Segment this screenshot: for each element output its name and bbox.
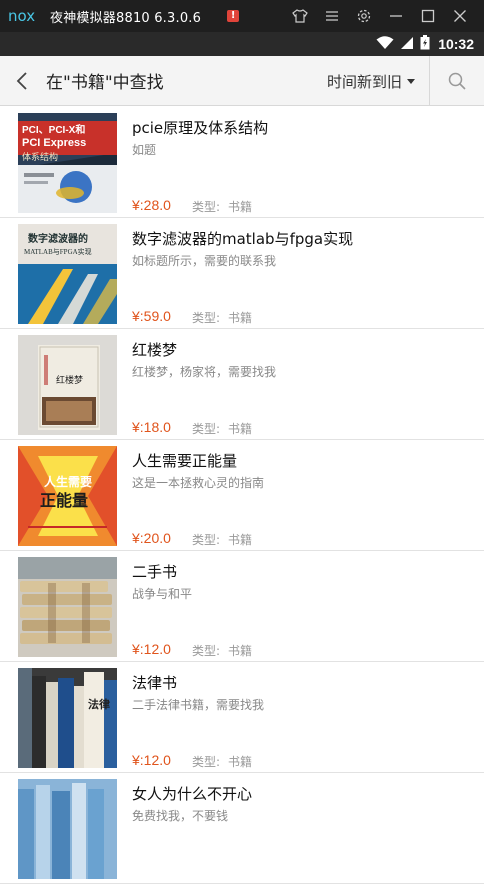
listing-type-value: 书籍 (228, 755, 253, 769)
listing-type-label: 类型: (192, 644, 221, 658)
android-status-bar: 10:32 (0, 32, 484, 56)
emulator-title: 夜神模拟器8810 6.3.0.6 (50, 10, 202, 26)
listing-price: ¥:28.0 (132, 197, 171, 213)
emulator-title-bar: nox 夜神模拟器8810 6.3.0.6 ! (0, 0, 484, 32)
window-controls (284, 0, 476, 32)
listing-type-label: 类型: (192, 755, 221, 769)
listing-description: 战争与和平 (132, 587, 193, 601)
listing-title: 法律书 (132, 674, 178, 692)
svg-text:MATLAB与FPGA实现: MATLAB与FPGA实现 (24, 247, 92, 256)
listing-description: 二手法律书籍，需要找我 (132, 698, 265, 712)
list-item[interactable]: 二手书 战争与和平 ¥:12.0 类型: 书籍 (0, 551, 484, 662)
svg-text:人生需要: 人生需要 (44, 474, 92, 489)
search-button[interactable] (430, 56, 484, 106)
sort-label: 时间新到旧 (326, 72, 402, 91)
svg-text:体系结构: 体系结构 (22, 151, 58, 163)
book-cover-image: 数字滤波器的 MATLAB与FPGA实现 (18, 224, 117, 324)
book-cover-image (18, 779, 117, 879)
listing-title: 人生需要正能量 (132, 452, 238, 470)
wifi-icon (376, 35, 394, 54)
back-button[interactable] (0, 56, 44, 106)
listing-title: 数字滤波器的matlab与fpga实现 (132, 230, 354, 248)
listing-type-value: 书籍 (228, 311, 253, 325)
listing-type-value: 书籍 (228, 644, 253, 658)
list-item[interactable]: 女人为什么不开心 免费找我，不要钱 (0, 773, 484, 884)
listing-description: 如标题所示，需要的联系我 (132, 254, 277, 268)
book-cover-image: 红楼梦 (18, 335, 117, 435)
listing-type-value: 书籍 (228, 533, 253, 547)
page-title: 在"书籍"中查找 (46, 73, 164, 93)
minimize-icon[interactable] (380, 0, 412, 32)
clock: 10:32 (438, 36, 474, 52)
listing-price: ¥:12.0 (132, 752, 171, 768)
listing-type-value: 书籍 (228, 422, 253, 436)
book-cover-image: 法律 (18, 668, 117, 768)
list-item[interactable]: 红楼梦 红楼梦 红楼梦，杨家将，需要找我 ¥:18.0 类型: 书籍 (0, 329, 484, 440)
svg-text:正能量: 正能量 (40, 491, 88, 510)
sort-dropdown[interactable]: 时间新到旧 (327, 56, 430, 106)
svg-text:PCI、PCI-X和: PCI、PCI-X和 (22, 123, 85, 136)
svg-text:数字滤波器的: 数字滤波器的 (28, 232, 88, 245)
alert-badge[interactable]: ! (227, 10, 240, 22)
listing-type-label: 类型: (192, 200, 221, 214)
shirt-icon[interactable] (284, 0, 316, 32)
listing-title: pcie原理及体系结构 (132, 119, 269, 137)
search-header: 在"书籍"中查找 时间新到旧 (0, 56, 484, 106)
search-icon (448, 72, 466, 90)
listing-description: 如题 (132, 143, 157, 157)
gear-icon[interactable] (348, 0, 380, 32)
app-screen: 在"书籍"中查找 时间新到旧 PCI、PCI-X和 PCI Express 体系… (0, 56, 484, 884)
listing-type-label: 类型: (192, 533, 221, 547)
chevron-left-icon (16, 71, 27, 90)
book-cover-image: 人生需要 正能量 (18, 446, 117, 546)
listing-description: 免费找我，不要钱 (132, 809, 229, 823)
battery-icon (420, 34, 430, 54)
menu-icon[interactable] (316, 0, 348, 32)
listing-description: 红楼梦，杨家将，需要找我 (132, 365, 277, 379)
svg-text:红楼梦: 红楼梦 (56, 374, 83, 386)
listing-price: ¥:20.0 (132, 530, 171, 546)
list-item[interactable]: 法律 法律书 二手法律书籍，需要找我 ¥:12.0 类型: 书籍 (0, 662, 484, 773)
listing-type-value: 书籍 (228, 200, 253, 214)
nox-logo: nox (8, 7, 42, 25)
listing-list: PCI、PCI-X和 PCI Express 体系结构 pcie原理及体系结构 … (0, 107, 484, 884)
book-cover-image: PCI、PCI-X和 PCI Express 体系结构 (18, 113, 117, 213)
signal-icon (400, 35, 414, 54)
maximize-icon[interactable] (412, 0, 444, 32)
close-icon[interactable] (444, 0, 476, 32)
listing-price: ¥:12.0 (132, 641, 171, 657)
listing-price: ¥:59.0 (132, 308, 171, 324)
list-item[interactable]: 数字滤波器的 MATLAB与FPGA实现 数字滤波器的matlab与fpga实现… (0, 218, 484, 329)
svg-text:法律: 法律 (88, 697, 110, 711)
listing-price: ¥:18.0 (132, 419, 171, 435)
list-item[interactable]: PCI、PCI-X和 PCI Express 体系结构 pcie原理及体系结构 … (0, 107, 484, 218)
caret-down-icon (407, 78, 415, 84)
listing-title: 红楼梦 (132, 341, 178, 359)
book-cover-image (18, 557, 117, 657)
listing-title: 女人为什么不开心 (132, 785, 253, 803)
svg-text:PCI Express: PCI Express (22, 137, 86, 149)
listing-type-label: 类型: (192, 422, 221, 436)
listing-type-label: 类型: (192, 311, 221, 325)
nox-logo-text: nox (8, 8, 35, 24)
listing-description: 这是一本拯救心灵的指南 (132, 476, 265, 490)
list-item[interactable]: 人生需要 正能量 人生需要正能量 这是一本拯救心灵的指南 ¥:20.0 类型: … (0, 440, 484, 551)
listing-title: 二手书 (132, 563, 178, 581)
